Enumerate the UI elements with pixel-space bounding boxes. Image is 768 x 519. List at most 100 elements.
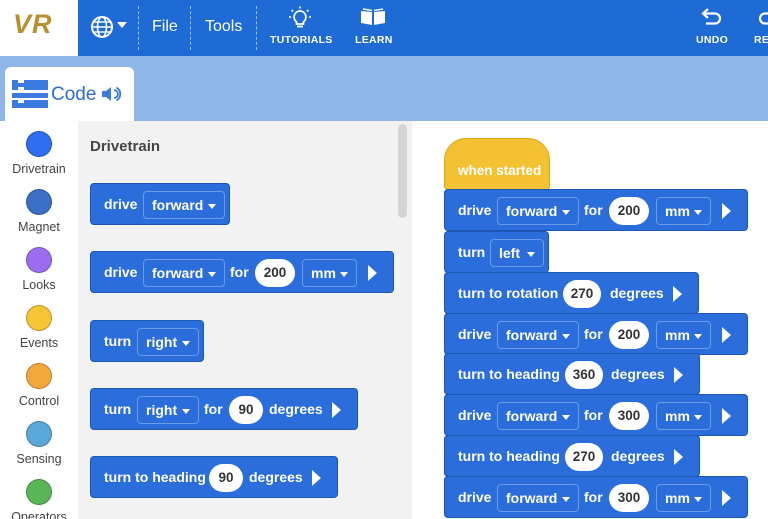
workspace-block-turn-to-heading[interactable]: turn to heading 270 degrees: [444, 435, 700, 477]
block-keyword: turn to rotation: [458, 285, 559, 301]
play-icon[interactable]: [673, 286, 682, 302]
category-sensing[interactable]: Sensing: [0, 421, 78, 466]
chevron-down-icon: [694, 415, 702, 420]
block-keyword: turn: [104, 333, 132, 349]
unit-dropdown[interactable]: mm: [656, 197, 711, 225]
category-dot: [26, 131, 52, 157]
block-keyword: turn to heading: [458, 448, 560, 464]
vr-logo[interactable]: VR: [0, 0, 78, 56]
unit-dropdown[interactable]: mm: [656, 402, 711, 430]
value-input[interactable]: 90: [209, 464, 243, 492]
file-menu[interactable]: File: [152, 18, 178, 36]
value-input[interactable]: 200: [255, 259, 295, 287]
palette-scrollbar[interactable]: [398, 124, 407, 218]
learn-button[interactable]: LEARN: [355, 34, 393, 46]
value-input[interactable]: 360: [565, 361, 603, 389]
workspace-block-turn-to-rotation[interactable]: turn to rotation 270 degrees: [444, 272, 699, 314]
category-magnet[interactable]: Magnet: [0, 189, 78, 234]
direction-dropdown[interactable]: left: [490, 239, 544, 267]
unit-dropdown[interactable]: mm: [656, 484, 711, 512]
workspace-block-turn[interactable]: turn left: [444, 231, 549, 273]
category-operators[interactable]: Operators: [0, 479, 78, 519]
play-icon[interactable]: [332, 402, 341, 418]
play-icon[interactable]: [674, 367, 683, 383]
play-icon[interactable]: [722, 490, 731, 506]
chevron-down-icon: [694, 497, 702, 502]
tools-menu[interactable]: Tools: [205, 18, 242, 36]
category-label: Operators: [11, 510, 67, 519]
palette-block-drive-for[interactable]: drive forward for 200 mm: [90, 251, 394, 293]
block-keyword: for: [204, 401, 223, 417]
play-icon[interactable]: [722, 327, 731, 343]
category-label: Looks: [22, 278, 56, 292]
language-caret-icon[interactable]: [117, 22, 127, 28]
category-dot: [26, 363, 52, 389]
palette-block-turn-to-heading[interactable]: turn to heading 90 degrees: [90, 456, 338, 498]
chevron-down-icon: [527, 252, 535, 257]
chevron-down-icon: [182, 409, 190, 414]
play-icon[interactable]: [368, 265, 377, 281]
redo-button[interactable]: RE: [754, 34, 768, 46]
direction-dropdown[interactable]: forward: [143, 259, 225, 287]
value-input[interactable]: 300: [609, 484, 649, 512]
value-input[interactable]: 300: [609, 402, 649, 430]
chevron-down-icon: [182, 341, 190, 346]
speaker-icon[interactable]: [101, 85, 123, 103]
category-looks[interactable]: Looks: [0, 247, 78, 292]
play-icon[interactable]: [722, 408, 731, 424]
lightbulb-icon[interactable]: [288, 6, 312, 30]
redo-icon[interactable]: [757, 6, 768, 26]
block-keyword: degrees: [611, 366, 665, 382]
block-keyword: turn to heading: [104, 469, 206, 485]
value-input[interactable]: 200: [609, 321, 649, 349]
play-icon[interactable]: [674, 449, 683, 465]
play-icon[interactable]: [312, 470, 321, 486]
hat-label: when started: [458, 163, 542, 178]
block-keyword: turn to heading: [458, 366, 560, 382]
direction-dropdown[interactable]: forward: [497, 402, 579, 430]
direction-dropdown[interactable]: forward: [497, 321, 579, 349]
palette-block-turn-for[interactable]: turn right for 90 degrees: [90, 388, 358, 430]
divider: [190, 6, 191, 50]
chevron-down-icon: [694, 334, 702, 339]
block-keyword: drive: [458, 326, 492, 342]
divider: [138, 6, 139, 50]
workspace-block-drive-for[interactable]: drive forward for 200 mm: [444, 313, 748, 355]
direction-dropdown[interactable]: forward: [497, 484, 579, 512]
workspace-block-turn-to-heading[interactable]: turn to heading 360 degrees: [444, 353, 700, 395]
category-events[interactable]: Events: [0, 305, 78, 350]
category-drivetrain[interactable]: Drivetrain: [0, 131, 78, 176]
value-input[interactable]: 200: [609, 197, 649, 225]
value-input[interactable]: 90: [229, 396, 263, 424]
direction-dropdown[interactable]: forward: [497, 197, 579, 225]
direction-dropdown[interactable]: right: [137, 328, 199, 356]
unit-dropdown[interactable]: mm: [656, 321, 711, 349]
logo-text: VR: [13, 9, 53, 39]
tutorials-button[interactable]: TUTORIALS: [270, 34, 333, 46]
workspace-block-drive-for[interactable]: drive forward for 300 mm: [444, 476, 748, 518]
category-label: Control: [18, 394, 60, 408]
workspace-block-drive-for[interactable]: drive forward for 300 mm: [444, 394, 748, 436]
block-keyword: degrees: [611, 448, 665, 464]
palette-block-turn[interactable]: turn right: [90, 320, 204, 362]
workspace-block-drive-for[interactable]: drive forward for 200 mm: [444, 189, 748, 231]
undo-button[interactable]: UNDO: [696, 34, 728, 46]
palette-block-drive[interactable]: drive forward: [90, 183, 230, 225]
play-icon[interactable]: [722, 203, 731, 219]
chevron-down-icon: [562, 415, 570, 420]
value-input[interactable]: 270: [563, 280, 601, 308]
block-keyword: degrees: [249, 469, 303, 485]
chevron-down-icon: [340, 272, 348, 277]
top-bar: VR File Tools TUTORIALS LEARN UNDO RE: [0, 0, 768, 56]
value-input[interactable]: 270: [565, 443, 603, 471]
block-keyword: degrees: [610, 285, 664, 301]
direction-dropdown[interactable]: forward: [143, 191, 225, 219]
when-started-block[interactable]: when started: [444, 138, 550, 190]
category-control[interactable]: Control: [0, 363, 78, 408]
undo-icon[interactable]: [701, 6, 723, 26]
globe-icon[interactable]: [90, 15, 114, 39]
book-icon[interactable]: [359, 7, 387, 27]
unit-dropdown[interactable]: mm: [302, 259, 357, 287]
block-keyword: drive: [458, 202, 492, 218]
direction-dropdown[interactable]: right: [137, 396, 199, 424]
